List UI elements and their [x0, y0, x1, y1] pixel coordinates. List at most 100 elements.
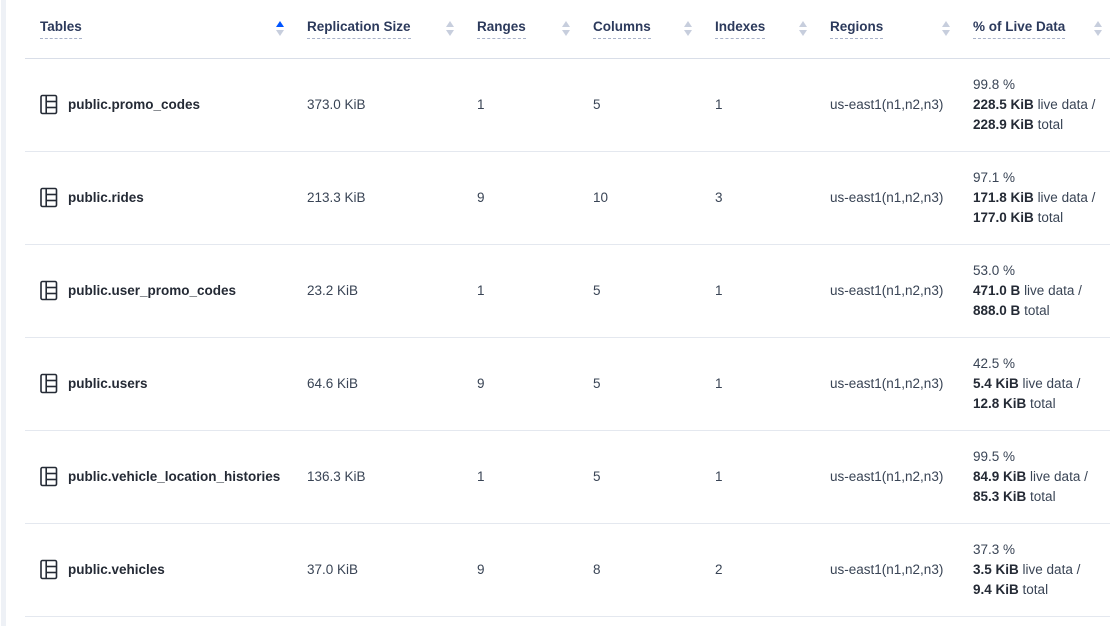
replication-size-cell: 373.0 KiB: [292, 58, 462, 151]
column-header-label[interactable]: Ranges: [477, 19, 526, 39]
live-data-percent: 97.1 %: [973, 168, 1102, 188]
live-data-percent: 99.5 %: [973, 447, 1102, 467]
sort-carets-icon[interactable]: [799, 21, 807, 36]
table-name-cell[interactable]: public.vehicle_location_histories: [25, 430, 292, 523]
table-name-cell[interactable]: public.users: [25, 337, 292, 430]
caret-down-icon: [942, 30, 950, 36]
indexes-cell: 1: [700, 244, 815, 337]
live-data-cell: 42.5 % 5.4 KiB live data / 12.8 KiB tota…: [958, 337, 1110, 430]
replication-size-cell: 37.0 KiB: [292, 523, 462, 616]
caret-down-icon: [799, 30, 807, 36]
database-tables-table: Tables Replication Size Ranges Columns: [25, 0, 1110, 617]
column-header[interactable]: Replication Size: [292, 0, 462, 58]
table-row[interactable]: public.promo_codes 373.0 KiB 1 5 1 us-ea…: [25, 58, 1110, 151]
ranges-cell: 1: [462, 244, 578, 337]
columns-cell: 10: [578, 151, 700, 244]
header-row: Tables Replication Size Ranges Columns: [25, 0, 1110, 58]
page-left-gutter: [1, 0, 6, 626]
ranges-cell: 9: [462, 523, 578, 616]
column-header-label[interactable]: % of Live Data: [973, 19, 1065, 39]
column-header-label[interactable]: Regions: [830, 19, 883, 39]
replication-size-cell: 136.3 KiB: [292, 430, 462, 523]
caret-up-icon: [684, 21, 692, 27]
total-data-size-line: 888.0 B total: [973, 301, 1102, 321]
live-data-percent: 53.0 %: [973, 261, 1102, 281]
indexes-cell: 1: [700, 337, 815, 430]
table-row[interactable]: public.vehicles 37.0 KiB 9 8 2 us-east1(…: [25, 523, 1110, 616]
table-icon: [40, 559, 58, 580]
sort-carets-icon[interactable]: [1094, 21, 1102, 36]
table-name-link[interactable]: public.user_promo_codes: [68, 283, 236, 298]
column-header[interactable]: Ranges: [462, 0, 578, 58]
column-header[interactable]: Indexes: [700, 0, 815, 58]
column-header[interactable]: Tables: [25, 0, 292, 58]
regions-cell: us-east1(n1,n2,n3): [815, 58, 958, 151]
table-name-link[interactable]: public.vehicles: [68, 562, 165, 577]
table-body: public.promo_codes 373.0 KiB 1 5 1 us-ea…: [25, 58, 1110, 616]
total-data-size-line: 85.3 KiB total: [973, 487, 1102, 507]
sort-carets-icon[interactable]: [446, 21, 454, 36]
table-icon: [40, 187, 58, 208]
regions-cell: us-east1(n1,n2,n3): [815, 244, 958, 337]
column-header[interactable]: Regions: [815, 0, 958, 58]
live-data-cell: 53.0 % 471.0 B live data / 888.0 B total: [958, 244, 1110, 337]
table-name-link[interactable]: public.rides: [68, 190, 144, 205]
sort-carets-icon[interactable]: [684, 21, 692, 36]
caret-up-icon: [276, 21, 284, 27]
live-data-size-line: 171.8 KiB live data /: [973, 188, 1102, 208]
table-name-link[interactable]: public.vehicle_location_histories: [68, 469, 280, 484]
table-row[interactable]: public.users 64.6 KiB 9 5 1 us-east1(n1,…: [25, 337, 1110, 430]
live-data-percent: 99.8 %: [973, 75, 1102, 95]
live-data-cell: 37.3 % 3.5 KiB live data / 9.4 KiB total: [958, 523, 1110, 616]
table-row[interactable]: public.vehicle_location_histories 136.3 …: [25, 430, 1110, 523]
column-header-label[interactable]: Indexes: [715, 19, 765, 39]
live-data-size-line: 5.4 KiB live data /: [973, 374, 1102, 394]
table-name-cell[interactable]: public.rides: [25, 151, 292, 244]
live-data-size-line: 84.9 KiB live data /: [973, 467, 1102, 487]
columns-cell: 5: [578, 337, 700, 430]
table-icon: [40, 466, 58, 487]
column-header[interactable]: % of Live Data: [958, 0, 1110, 58]
column-header-label[interactable]: Tables: [40, 19, 82, 39]
columns-cell: 8: [578, 523, 700, 616]
indexes-cell: 1: [700, 430, 815, 523]
caret-down-icon: [1094, 30, 1102, 36]
caret-down-icon: [562, 30, 570, 36]
table-name-cell[interactable]: public.vehicles: [25, 523, 292, 616]
columns-cell: 5: [578, 58, 700, 151]
table-header: Tables Replication Size Ranges Columns: [25, 0, 1110, 58]
replication-size-cell: 23.2 KiB: [292, 244, 462, 337]
caret-up-icon: [1094, 21, 1102, 27]
table-name-link[interactable]: public.users: [68, 376, 148, 391]
live-data-cell: 99.5 % 84.9 KiB live data / 85.3 KiB tot…: [958, 430, 1110, 523]
total-data-size-line: 12.8 KiB total: [973, 394, 1102, 414]
caret-up-icon: [562, 21, 570, 27]
live-data-size-line: 3.5 KiB live data /: [973, 560, 1102, 580]
sort-carets-icon[interactable]: [942, 21, 950, 36]
column-header[interactable]: Columns: [578, 0, 700, 58]
caret-down-icon: [446, 30, 454, 36]
caret-down-icon: [276, 30, 284, 36]
table-name-cell[interactable]: public.user_promo_codes: [25, 244, 292, 337]
sort-carets-icon[interactable]: [276, 21, 284, 36]
live-data-cell: 99.8 % 228.5 KiB live data / 228.9 KiB t…: [958, 58, 1110, 151]
caret-up-icon: [799, 21, 807, 27]
columns-cell: 5: [578, 430, 700, 523]
live-data-size-line: 228.5 KiB live data /: [973, 95, 1102, 115]
table-row[interactable]: public.user_promo_codes 23.2 KiB 1 5 1 u…: [25, 244, 1110, 337]
table-icon: [40, 94, 58, 115]
total-data-size-line: 228.9 KiB total: [973, 115, 1102, 135]
table-icon: [40, 280, 58, 301]
caret-down-icon: [684, 30, 692, 36]
table-name-link[interactable]: public.promo_codes: [68, 97, 200, 112]
table-name-cell[interactable]: public.promo_codes: [25, 58, 292, 151]
tables-page: Tables Replication Size Ranges Columns: [0, 0, 1114, 626]
replication-size-cell: 64.6 KiB: [292, 337, 462, 430]
column-header-label[interactable]: Replication Size: [307, 19, 411, 39]
sort-carets-icon[interactable]: [562, 21, 570, 36]
replication-size-cell: 213.3 KiB: [292, 151, 462, 244]
table-row[interactable]: public.rides 213.3 KiB 9 10 3 us-east1(n…: [25, 151, 1110, 244]
column-header-label[interactable]: Columns: [593, 19, 651, 39]
regions-cell: us-east1(n1,n2,n3): [815, 151, 958, 244]
regions-cell: us-east1(n1,n2,n3): [815, 337, 958, 430]
